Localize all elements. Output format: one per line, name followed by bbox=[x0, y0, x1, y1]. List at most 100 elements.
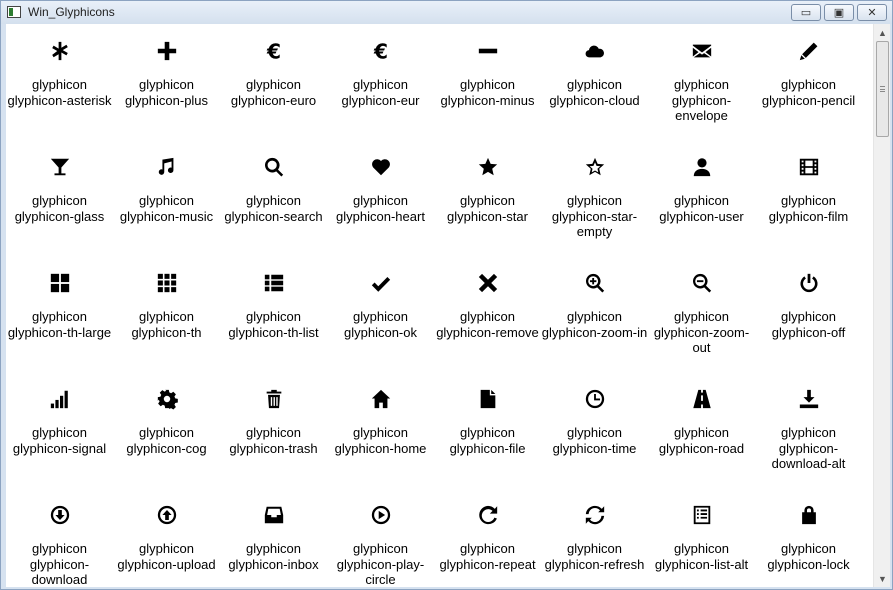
glyph-panel: glyphicon glyphicon-asterisk glyphicon glyp… bbox=[6, 24, 873, 587]
user-icon bbox=[648, 154, 755, 180]
glyph-cell: glyphicon glyphicon-zoom-in bbox=[541, 256, 648, 372]
glyph-label: glyphicon glyphicon-th-large bbox=[6, 309, 113, 340]
glyph-label-line2: glyphicon-glass bbox=[14, 208, 105, 224]
glyph-label: glyphicon glyphicon-inbox bbox=[220, 541, 327, 572]
title-bar[interactable]: Win_Glyphicons ▭ ▣ ✕ bbox=[1, 1, 892, 24]
list-alt-icon bbox=[648, 502, 755, 528]
glyph-cell: glyphicon glyphicon-cloud bbox=[541, 24, 648, 140]
glyph-cell: glyphicon glyphicon-plus bbox=[113, 24, 220, 140]
glyph-label-line2: glyphicon-search bbox=[224, 208, 323, 224]
plus-icon bbox=[113, 38, 220, 64]
glyph-label: glyphicon glyphicon-pencil bbox=[755, 77, 862, 108]
glyph-label-line1: glyphicon bbox=[781, 77, 836, 92]
glyph-cell: glyphicon glyphicon-th bbox=[113, 256, 220, 372]
glyph-label-line1: glyphicon bbox=[246, 193, 301, 208]
glyph-label-line2: glyphicon-file bbox=[449, 440, 526, 456]
glyph-label-line1: glyphicon bbox=[139, 77, 194, 92]
cloud-icon bbox=[541, 38, 648, 64]
glyph-label: glyphicon glyphicon-download bbox=[6, 541, 113, 587]
glyph-label-line1: glyphicon bbox=[674, 309, 729, 324]
glyph-label-line1: glyphicon bbox=[567, 77, 622, 92]
glyph-label-line2: glyphicon-remove bbox=[436, 324, 539, 340]
glyph-label-line1: glyphicon bbox=[32, 77, 87, 92]
glyph-label-line2: glyphicon-pencil bbox=[761, 92, 856, 108]
glyph-label-line2: glyphicon-music bbox=[119, 208, 214, 224]
glyph-label: glyphicon glyphicon-zoom-in bbox=[541, 309, 648, 340]
scroll-down-button[interactable]: ▼ bbox=[874, 570, 891, 587]
glyph-cell: glyphicon glyphicon-inbox bbox=[220, 488, 327, 587]
glyph-label: glyphicon glyphicon-download-alt bbox=[755, 425, 862, 472]
glyph-label: glyphicon glyphicon-off bbox=[755, 309, 862, 340]
remove-icon bbox=[434, 270, 541, 296]
home-icon bbox=[327, 386, 434, 412]
glyph-label-line1: glyphicon bbox=[460, 425, 515, 440]
glyph-label-line1: glyphicon bbox=[567, 309, 622, 324]
signal-icon bbox=[6, 386, 113, 412]
glyph-label: glyphicon glyphicon-film bbox=[755, 193, 862, 224]
glyph-label-line2: glyphicon-zoom-in bbox=[541, 324, 648, 340]
glyph-cell: glyphicon glyphicon-download bbox=[6, 488, 113, 587]
glyph-cell: glyphicon glyphicon-signal bbox=[6, 372, 113, 488]
glyph-label-line2: glyphicon-zoom-out bbox=[653, 324, 750, 356]
envelope-icon bbox=[648, 38, 755, 64]
off-icon bbox=[755, 270, 862, 296]
glyph-cell: glyphicon glyphicon-heart bbox=[327, 140, 434, 256]
glyph-cell: glyphicon glyphicon-user bbox=[648, 140, 755, 256]
glyph-label: glyphicon glyphicon-th-list bbox=[220, 309, 327, 340]
glyph-label: glyphicon glyphicon-glass bbox=[6, 193, 113, 224]
glyph-label: glyphicon glyphicon-play-circle bbox=[327, 541, 434, 587]
glyph-label-line1: glyphicon bbox=[674, 193, 729, 208]
glyph-label-line2: glyphicon-euro bbox=[230, 92, 317, 108]
glyph-label-line2: glyphicon-time bbox=[552, 440, 637, 456]
glyph-label-line2: glyphicon-heart bbox=[336, 208, 425, 224]
glyph-label-line2: glyphicon-cloud bbox=[549, 92, 640, 108]
glyph-label: glyphicon glyphicon-star bbox=[434, 193, 541, 224]
glyph-label-line1: glyphicon bbox=[246, 541, 301, 556]
glyph-cell: glyphicon glyphicon-asterisk bbox=[6, 24, 113, 140]
glyph-label-line2: glyphicon-upload bbox=[117, 556, 216, 572]
glyph-label-line1: glyphicon bbox=[460, 77, 515, 92]
glyph-label-line1: glyphicon bbox=[781, 541, 836, 556]
road-icon bbox=[648, 386, 755, 412]
glass-icon bbox=[6, 154, 113, 180]
glyph-label: glyphicon glyphicon-music bbox=[113, 193, 220, 224]
zoom-in-icon bbox=[541, 270, 648, 296]
th-icon bbox=[113, 270, 220, 296]
lock-icon bbox=[755, 502, 862, 528]
glyph-cell: glyphicon glyphicon-star bbox=[434, 140, 541, 256]
glyph-label: glyphicon glyphicon-eur bbox=[327, 77, 434, 108]
glyph-cell: glyphicon glyphicon-trash bbox=[220, 372, 327, 488]
maximize-button[interactable]: ▣ bbox=[824, 4, 854, 21]
star-empty-icon bbox=[541, 154, 648, 180]
glyph-label-line1: glyphicon bbox=[139, 309, 194, 324]
glyph-cell: glyphicon glyphicon-play-circle bbox=[327, 488, 434, 587]
glyph-cell: glyphicon glyphicon-road bbox=[648, 372, 755, 488]
glyph-label: glyphicon glyphicon-refresh bbox=[541, 541, 648, 572]
glyph-cell: glyphicon glyphicon-music bbox=[113, 140, 220, 256]
glyph-cell: glyphicon glyphicon-upload bbox=[113, 488, 220, 587]
download-alt-icon bbox=[755, 386, 862, 412]
close-button[interactable]: ✕ bbox=[857, 4, 887, 21]
inbox-icon bbox=[220, 502, 327, 528]
glyph-label-line1: glyphicon bbox=[32, 425, 87, 440]
glyph-label: glyphicon glyphicon-home bbox=[327, 425, 434, 456]
glyph-label-line1: glyphicon bbox=[674, 541, 729, 556]
grip-icon bbox=[880, 86, 885, 92]
ok-icon bbox=[327, 270, 434, 296]
cog-icon bbox=[113, 386, 220, 412]
scroll-up-button[interactable]: ▲ bbox=[874, 24, 891, 41]
glyph-label-line2: glyphicon-star bbox=[447, 208, 528, 224]
glyph-label-line1: glyphicon bbox=[353, 541, 408, 556]
glyph-cell: glyphicon glyphicon-list-alt bbox=[648, 488, 755, 587]
glyph-label: glyphicon glyphicon-file bbox=[434, 425, 541, 456]
scroll-thumb[interactable] bbox=[876, 41, 889, 137]
glyph-cell: glyphicon glyphicon-envelope bbox=[648, 24, 755, 140]
glyph-label: glyphicon glyphicon-cog bbox=[113, 425, 220, 456]
minimize-button[interactable]: ▭ bbox=[791, 4, 821, 21]
glyph-cell: glyphicon glyphicon-file bbox=[434, 372, 541, 488]
glyph-label-line1: glyphicon bbox=[460, 309, 515, 324]
vertical-scrollbar[interactable]: ▲ ▼ bbox=[873, 24, 890, 587]
glyph-label-line1: glyphicon bbox=[567, 541, 622, 556]
glyph-label-line2: glyphicon-signal bbox=[12, 440, 107, 456]
glyph-label: glyphicon glyphicon-time bbox=[541, 425, 648, 456]
